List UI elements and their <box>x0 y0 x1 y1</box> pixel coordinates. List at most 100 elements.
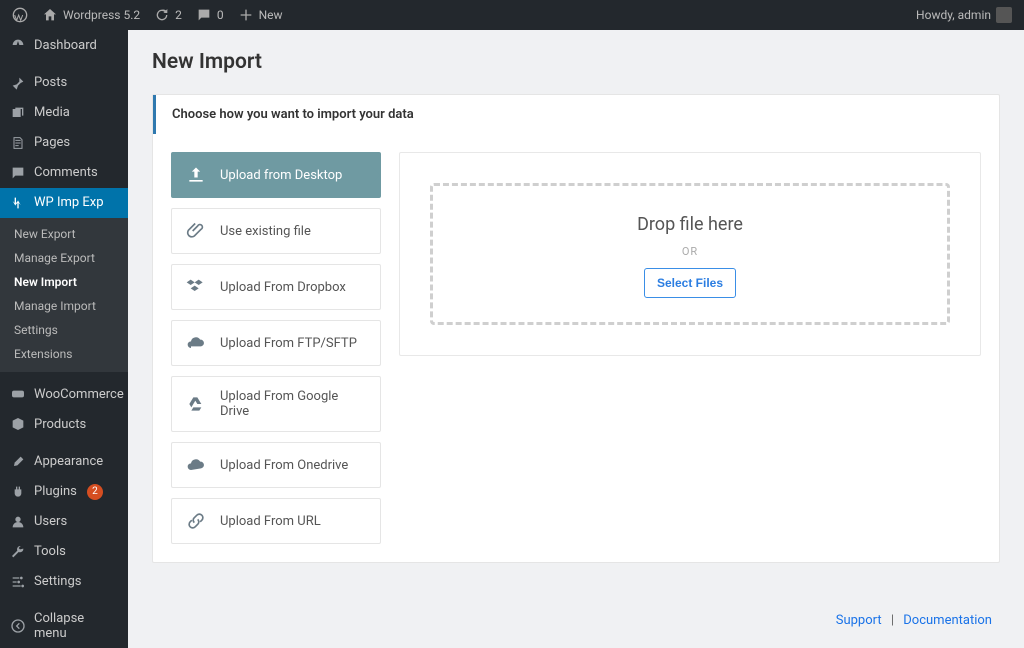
sidebar-item-media[interactable]: Media <box>0 98 128 128</box>
sidebar-item-tools[interactable]: Tools <box>0 537 128 567</box>
user-icon <box>10 514 26 530</box>
method-dropbox[interactable]: Upload From Dropbox <box>171 264 381 310</box>
site-name: Wordpress 5.2 <box>63 8 140 22</box>
sidebar-item-label: Dashboard <box>34 38 97 53</box>
admin-sidebar: Dashboard Posts Media Pages Comments WP … <box>0 30 128 648</box>
sidebar-item-label: Users <box>34 514 67 529</box>
submenu-manage-import[interactable]: Manage Import <box>0 294 128 318</box>
method-label: Upload From Onedrive <box>220 458 348 473</box>
support-link[interactable]: Support <box>836 613 882 628</box>
method-label: Upload from Desktop <box>220 168 342 183</box>
upload-icon <box>186 165 206 185</box>
sidebar-item-products[interactable]: Products <box>0 409 128 439</box>
plus-icon <box>238 7 254 23</box>
sidebar-item-appearance[interactable]: Appearance <box>0 447 128 477</box>
link-icon <box>186 511 206 531</box>
plugins-badge: 2 <box>87 484 103 500</box>
footer-links: Support | Documentation <box>152 613 1000 628</box>
sidebar-item-comments[interactable]: Comments <box>0 158 128 188</box>
updates-link[interactable]: 2 <box>154 7 182 23</box>
refresh-icon <box>154 7 170 23</box>
submenu-extensions[interactable]: Extensions <box>0 342 128 366</box>
method-google-drive[interactable]: Upload From Google Drive <box>171 376 381 432</box>
import-panel: Choose how you want to import your data … <box>152 94 1000 563</box>
dropbox-icon <box>186 277 206 297</box>
sidebar-item-label: Posts <box>34 75 67 90</box>
method-onedrive[interactable]: Upload From Onedrive <box>171 442 381 488</box>
sidebar-submenu: New Export Manage Export New Import Mana… <box>0 218 128 372</box>
sidebar-item-label: Media <box>34 105 70 120</box>
comment-icon <box>196 7 212 23</box>
site-name-link[interactable]: Wordpress 5.2 <box>42 7 140 23</box>
panel-header: Choose how you want to import your data <box>153 95 999 134</box>
sidebar-item-label: Settings <box>34 574 81 589</box>
sidebar-item-plugins[interactable]: Plugins 2 <box>0 477 128 507</box>
documentation-link[interactable]: Documentation <box>903 613 992 628</box>
method-existing-file[interactable]: Use existing file <box>171 208 381 254</box>
avatar <box>996 7 1012 23</box>
sidebar-collapse[interactable]: Collapse menu <box>0 604 128 648</box>
woocommerce-icon <box>10 386 26 402</box>
drop-or: OR <box>433 245 947 258</box>
sidebar-item-pages[interactable]: Pages <box>0 128 128 158</box>
paperclip-icon <box>186 221 206 241</box>
collapse-icon <box>10 618 26 634</box>
dropzone[interactable]: Drop file here OR Select Files <box>430 183 950 325</box>
method-label: Use existing file <box>220 224 311 239</box>
new-content-link[interactable]: New <box>238 7 283 23</box>
method-label: Upload From Dropbox <box>220 280 346 295</box>
sidebar-item-woocommerce[interactable]: WooCommerce <box>0 379 128 409</box>
submenu-new-export[interactable]: New Export <box>0 222 128 246</box>
sidebar-item-label: Appearance <box>34 454 103 469</box>
pages-icon <box>10 135 26 151</box>
comments-count: 0 <box>217 8 224 22</box>
method-label: Upload From URL <box>220 514 321 529</box>
method-upload-desktop[interactable]: Upload from Desktop <box>171 152 381 198</box>
sidebar-item-dashboard[interactable]: Dashboard <box>0 30 128 60</box>
products-icon <box>10 416 26 432</box>
submenu-manage-export[interactable]: Manage Export <box>0 246 128 270</box>
sidebar-item-label: WP Imp Exp <box>34 195 104 210</box>
sidebar-item-label: Tools <box>34 544 66 559</box>
new-label: New <box>259 8 283 22</box>
method-label: Upload From Google Drive <box>220 389 366 419</box>
plug-icon <box>10 484 26 500</box>
brush-icon <box>10 454 26 470</box>
sidebar-item-posts[interactable]: Posts <box>0 68 128 98</box>
sidebar-item-label: Products <box>34 417 86 432</box>
submenu-settings[interactable]: Settings <box>0 318 128 342</box>
sidebar-item-wpimpexp[interactable]: WP Imp Exp <box>0 188 128 218</box>
dropzone-wrapper: Drop file here OR Select Files <box>399 152 981 356</box>
comments-link[interactable]: 0 <box>196 7 224 23</box>
footer-separator: | <box>891 613 894 628</box>
method-ftp[interactable]: Upload From FTP/SFTP <box>171 320 381 366</box>
sliders-icon <box>10 574 26 590</box>
sidebar-item-label: Comments <box>34 165 98 180</box>
main-content: New Import Choose how you want to import… <box>128 30 1024 648</box>
cloud-up-icon <box>186 333 206 353</box>
import-export-icon <box>10 195 26 211</box>
cloud-icon <box>186 455 206 475</box>
wrench-icon <box>10 544 26 560</box>
sidebar-item-label: Pages <box>34 135 70 150</box>
pin-icon <box>10 75 26 91</box>
import-methods: Upload from Desktop Use existing file Up… <box>171 152 381 544</box>
select-files-button[interactable]: Select Files <box>644 268 736 298</box>
sidebar-item-users[interactable]: Users <box>0 507 128 537</box>
home-icon <box>42 7 58 23</box>
wordpress-logo[interactable] <box>12 7 28 23</box>
method-url[interactable]: Upload From URL <box>171 498 381 544</box>
admin-bar: Wordpress 5.2 2 0 New Howdy, admin <box>0 0 1024 30</box>
media-icon <box>10 105 26 121</box>
submenu-new-import[interactable]: New Import <box>0 270 128 294</box>
google-drive-icon <box>186 394 206 414</box>
sidebar-item-settings[interactable]: Settings <box>0 567 128 597</box>
howdy-text: Howdy, admin <box>916 8 991 22</box>
comment-icon <box>10 165 26 181</box>
sidebar-item-label: Collapse menu <box>34 611 118 641</box>
page-title: New Import <box>152 50 1000 74</box>
dashboard-icon <box>10 37 26 53</box>
howdy-account[interactable]: Howdy, admin <box>916 7 1012 23</box>
updates-count: 2 <box>175 8 182 22</box>
sidebar-item-label: WooCommerce <box>34 387 124 402</box>
